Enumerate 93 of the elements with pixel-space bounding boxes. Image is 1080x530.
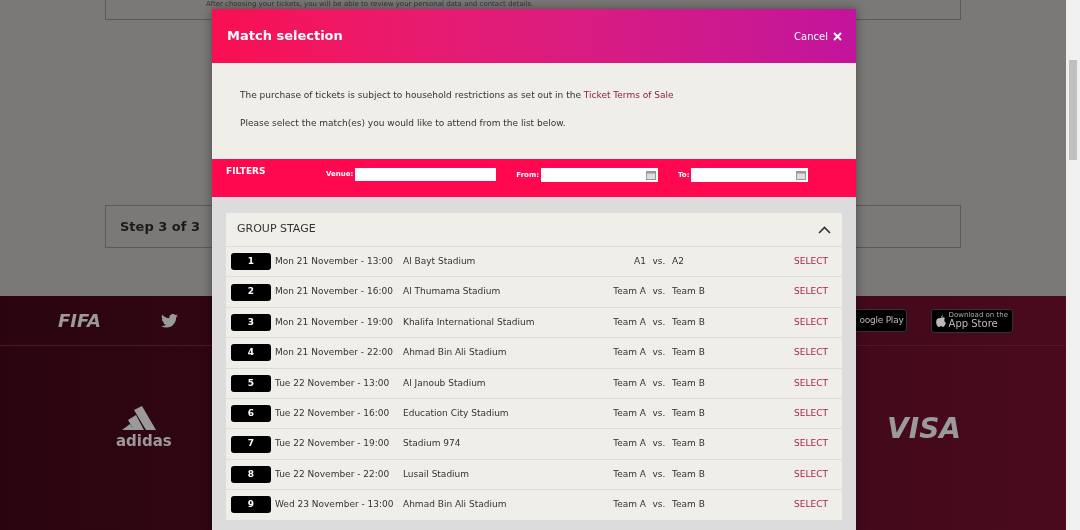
away-team: Team B [672, 315, 706, 329]
close-icon[interactable] [833, 31, 842, 41]
calendar-icon[interactable] [796, 170, 807, 180]
match-row[interactable]: 5 Tue 22 November - 13:00 Al Janoub Stadium Team A vs. Team B SELECT [226, 368, 842, 399]
versus-text: vs. [651, 254, 667, 268]
versus-text: vs. [651, 376, 667, 390]
versus-text: vs. [651, 315, 667, 329]
match-row[interactable]: 9 Wed 23 November - 13:00 Ahmad Bin Ali Stadium Team A vs. Team B SELECT [226, 490, 842, 521]
match-datetime: Mon 21 November - 19:00 [275, 315, 394, 329]
venue-name: Lusail Stadium [403, 467, 471, 481]
venue-name: Khalifa International Stadium [403, 315, 536, 329]
match-datetime: Tue 22 November - 13:00 [275, 376, 391, 390]
match-row[interactable]: 8 Tue 22 November - 22:00 Lusail Stadium Team A vs. Team B SELECT [226, 459, 842, 491]
select-link[interactable]: SELECT [794, 254, 828, 269]
home-team: Team A [612, 406, 646, 420]
select-link[interactable]: SELECT [794, 467, 828, 482]
match-number: 1 [231, 253, 271, 271]
home-team: Team A [612, 315, 646, 329]
instruction-text: Please select the match(es) you would like to attend from the list below. [240, 116, 567, 130]
match-row[interactable]: 3 Mon 21 November - 19:00 Khalifa International Stadium Team A vs. Team B SELECT [226, 307, 842, 339]
match-datetime: Tue 22 November - 22:00 [275, 467, 391, 481]
filters-title: FILTERS [226, 165, 267, 178]
away-team: Team B [672, 437, 706, 451]
away-team: Team B [672, 376, 706, 390]
match-datetime: Wed 23 November - 13:00 [275, 498, 395, 512]
intro-text: The purchase of tickets is subject to household restrictions as set out in the Ticket Terms of Sale [240, 89, 675, 102]
home-team: A1 [633, 254, 646, 268]
select-link[interactable]: SELECT [794, 346, 828, 360]
terms-link[interactable]: Ticket Terms of Sale [583, 90, 674, 100]
away-team: Team B [672, 498, 706, 512]
calendar-icon[interactable] [646, 170, 656, 180]
match-row[interactable]: 1 Mon 21 November - 13:00 Al Bayt Stadium A1 vs. A2 SELECT [226, 247, 842, 278]
match-datetime: Tue 22 November - 16:00 [275, 406, 391, 420]
bird-icon[interactable] [160, 313, 178, 328]
match-number: 9 [231, 496, 271, 514]
venue-name: Education City Stadium [403, 406, 510, 420]
select-link[interactable]: SELECT [794, 437, 828, 451]
chevron-up-icon[interactable] [818, 225, 831, 234]
select-link[interactable]: SELECT [794, 376, 828, 390]
to-date-field[interactable] [691, 168, 809, 182]
scrollbar[interactable] [1066, 0, 1080, 530]
match-number: 6 [231, 405, 271, 423]
match-number: 7 [231, 435, 271, 453]
select-link[interactable]: SELECT [794, 315, 828, 330]
home-team: Team A [612, 346, 646, 360]
select-link[interactable]: SELECT [794, 285, 828, 299]
match-row[interactable]: 6 Tue 22 November - 16:00 Education City Stadium Team A vs. Team B SELECT [226, 398, 842, 430]
venue-name: Ahmad Bin Ali Stadium [403, 346, 508, 360]
match-datetime: Mon 21 November - 22:00 [275, 346, 394, 360]
sponsor-logo[interactable]: VISA [887, 408, 961, 451]
match-datetime: Mon 21 November - 16:00 [275, 285, 394, 299]
select-link[interactable]: SELECT [794, 406, 828, 421]
venue-name: Al Thumama Stadium [403, 285, 502, 299]
match-number: 2 [231, 283, 271, 301]
home-team: Team A [612, 467, 646, 481]
fifa-logo[interactable]: FIFA [58, 307, 101, 334]
away-team: Team B [672, 346, 706, 360]
from-date-field[interactable] [541, 168, 658, 182]
venue-field[interactable] [355, 168, 497, 181]
sponsor-logo[interactable]: adidas [116, 430, 172, 453]
home-team: Team A [612, 437, 646, 451]
cancel-button[interactable]: Cancel [794, 28, 842, 44]
venue-name: Ahmad Bin Ali Stadium [403, 498, 508, 512]
match-row[interactable]: 2 Mon 21 November - 16:00 Al Thumama Stadium Team A vs. Team B SELECT [226, 277, 842, 308]
away-team: Team B [672, 467, 706, 481]
group-header[interactable]: GROUP STAGE [226, 213, 842, 247]
group-title: GROUP STAGE [237, 221, 316, 238]
modal-title: Match selection [227, 27, 343, 46]
match-number: 5 [231, 374, 271, 392]
step-label: Step 3 of 3 [120, 217, 200, 236]
versus-text: vs. [651, 467, 667, 481]
versus-text: vs. [651, 346, 667, 360]
versus-text: vs. [651, 285, 667, 299]
select-link[interactable]: SELECT [794, 498, 828, 512]
venue-name: Stadium 974 [403, 437, 462, 451]
home-team: Team A [612, 285, 646, 299]
away-team: A2 [672, 254, 685, 268]
match-number: 8 [231, 465, 271, 483]
away-team: Team B [672, 285, 706, 299]
home-team: Team A [612, 498, 646, 512]
match-datetime: Tue 22 November - 19:00 [275, 437, 391, 451]
match-row[interactable]: 7 Tue 22 November - 19:00 Stadium 974 Team A vs. Team B SELECT [226, 429, 842, 460]
versus-text: vs. [651, 406, 667, 420]
match-datetime: Mon 21 November - 13:00 [275, 254, 394, 268]
venue-name: Al Janoub Stadium [403, 376, 487, 390]
versus-text: vs. [651, 437, 667, 451]
match-row[interactable]: 4 Mon 21 November - 22:00 Ahmad Bin Ali Stadium Team A vs. Team B SELECT [226, 338, 842, 369]
venue-name: Al Bayt Stadium [403, 254, 477, 268]
home-team: Team A [612, 376, 646, 390]
away-team: Team B [672, 406, 706, 420]
match-number: 3 [231, 313, 271, 331]
match-number: 4 [231, 344, 271, 362]
versus-text: vs. [651, 498, 667, 512]
